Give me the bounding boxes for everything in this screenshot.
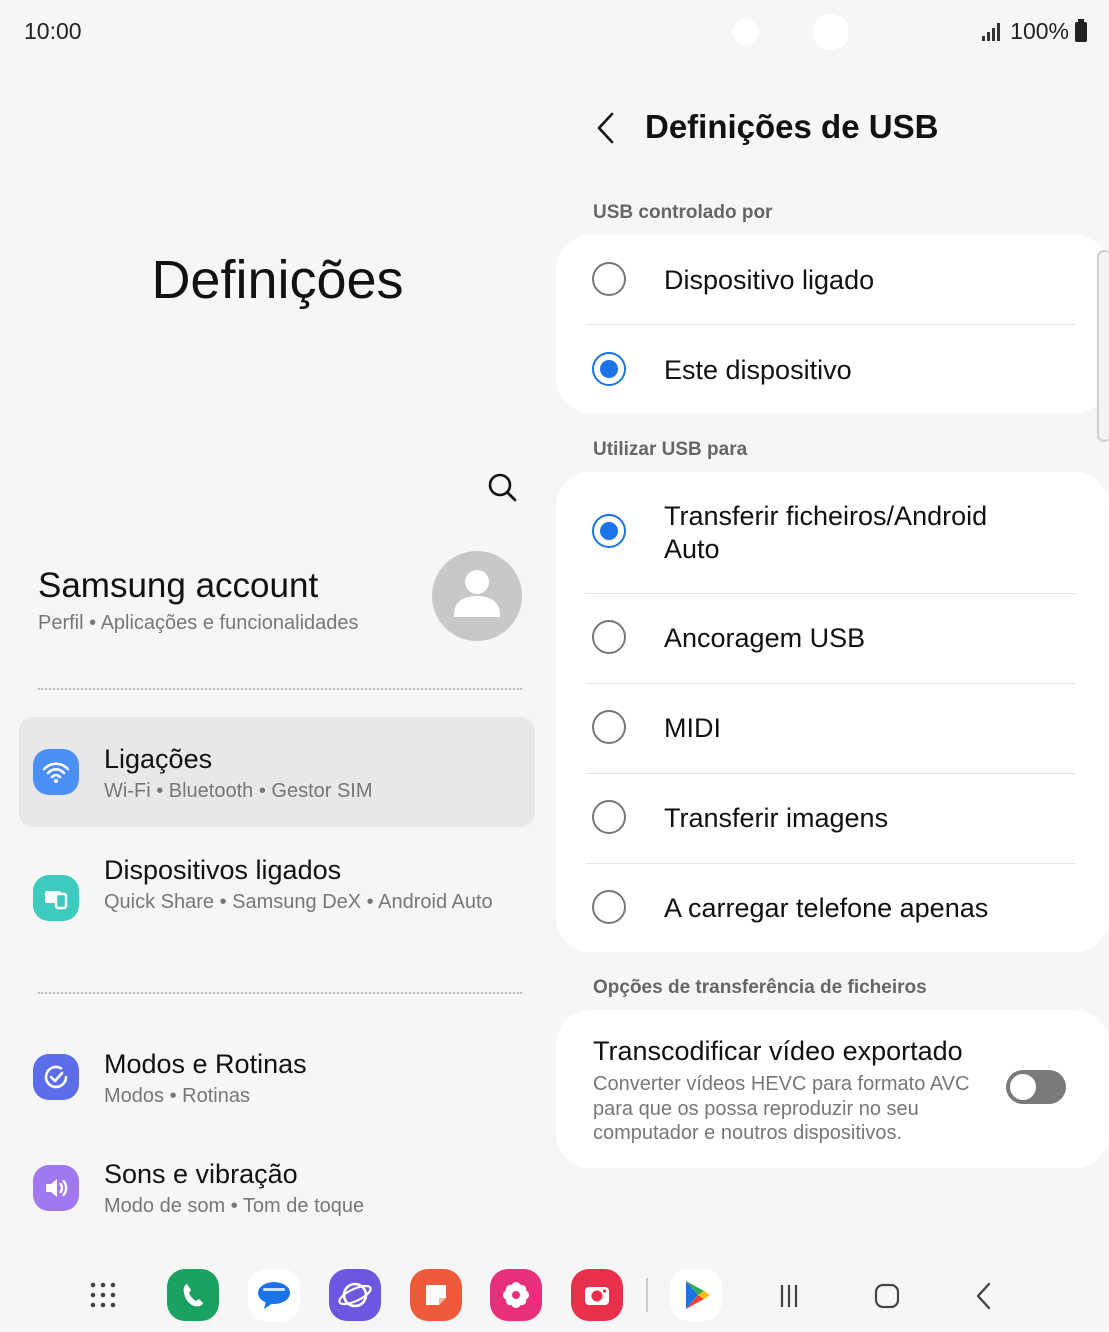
radio-option[interactable]: Este dispositivo [556, 325, 1109, 413]
option-label: Dispositivo ligado [664, 265, 875, 295]
search-icon [488, 473, 517, 502]
radio-button[interactable] [592, 710, 626, 744]
phone-app[interactable] [167, 1269, 219, 1321]
account-title: Samsung account [38, 566, 319, 605]
radio-button-selected[interactable] [592, 352, 626, 386]
recents-button[interactable] [769, 1276, 809, 1316]
menu-item-connections[interactable]: Ligações Wi-Fi • Bluetooth • Gestor SIM [19, 717, 535, 827]
menu-item-title: Dispositivos ligados [104, 855, 342, 885]
messages-app[interactable] [248, 1269, 300, 1321]
radio-button-selected[interactable] [592, 514, 626, 548]
notes-icon [426, 1285, 446, 1305]
camera-icon [585, 1287, 609, 1305]
page-title: Definições [151, 250, 404, 310]
nav-back-button[interactable] [965, 1276, 1005, 1316]
radio-button[interactable] [592, 800, 626, 834]
menu-item-subtitle: Quick Share • Samsung DeX • Android Auto [104, 891, 493, 913]
avatar[interactable] [432, 551, 522, 641]
radio-option[interactable]: Transferir imagens [556, 774, 1109, 863]
connected-devices-icon [33, 875, 79, 921]
play-store-icon [686, 1281, 710, 1309]
play-store-app[interactable] [670, 1269, 722, 1321]
scroll-indicator [1097, 250, 1109, 442]
home-icon [874, 1283, 900, 1309]
section-label: Utilizar USB para [593, 439, 748, 460]
toggle-knob [1008, 1072, 1038, 1102]
menu-item-connected-devices[interactable]: Dispositivos ligados Quick Share • Samsu… [19, 839, 535, 949]
camera-cutout [813, 14, 849, 50]
samsung-account[interactable]: Samsung account Perfil • Aplicações e fu… [38, 551, 528, 666]
divider [38, 992, 522, 994]
person-icon [454, 570, 500, 617]
messages-icon [258, 1282, 290, 1309]
usb-controlled-by-card: Dispositivo ligado Este dispositivo [556, 235, 1109, 413]
camera-app[interactable] [571, 1269, 623, 1321]
menu-item-sounds[interactable]: Sons e vibração Modo de som • Tom de toq… [19, 1132, 535, 1242]
section-label: USB controlado por [593, 202, 773, 223]
toggle-title: Transcodificar vídeo exportado [593, 1036, 963, 1066]
radio-option[interactable]: MIDI [556, 684, 1109, 773]
settings-list-pane: Definições Samsung account Perfil • Apli… [0, 64, 555, 1254]
apps-grid-button[interactable] [77, 1269, 129, 1321]
radio-button[interactable] [592, 262, 626, 296]
status-bar: 10:00 100% [0, 0, 1109, 64]
menu-item-title: Ligações [104, 744, 213, 774]
notes-app[interactable] [410, 1269, 462, 1321]
internet-icon [338, 1282, 372, 1308]
radio-button[interactable] [592, 620, 626, 654]
back-icon [597, 112, 614, 144]
battery-percent: 100% [1010, 18, 1069, 44]
option-label: MIDI [664, 713, 721, 743]
menu-item-modes-routines[interactable]: Modos e Rotinas Modos • Rotinas [19, 1022, 535, 1132]
gallery-icon [503, 1282, 529, 1308]
menu-item-subtitle: Modos • Rotinas [104, 1085, 250, 1107]
phone-icon [183, 1284, 203, 1307]
search-button[interactable] [482, 467, 522, 507]
radio-option[interactable]: Ancoragem USB [556, 594, 1109, 683]
gallery-app[interactable] [490, 1269, 542, 1321]
radio-option[interactable]: Transferir ficheiros/Android Auto [556, 472, 1109, 593]
recents-icon [780, 1285, 798, 1307]
internet-app[interactable] [329, 1269, 381, 1321]
status-indicators: 100% [982, 18, 1087, 45]
dock-separator [646, 1278, 648, 1312]
divider [38, 688, 522, 690]
toggle-description: Converter vídeos HEVC para formato AVC p… [593, 1073, 970, 1144]
menu-item-subtitle: Wi-Fi • Bluetooth • Gestor SIM [104, 780, 373, 802]
menu-item-subtitle: Modo de som • Tom de toque [104, 1195, 365, 1217]
option-label: Este dispositivo [664, 355, 852, 385]
menu-item-title: Modos e Rotinas [104, 1049, 307, 1079]
radio-button[interactable] [592, 890, 626, 924]
use-usb-for-card: Transferir ficheiros/Android Auto Ancora… [556, 472, 1109, 952]
file-transfer-options-card[interactable]: Transcodificar vídeo exportado Converter… [556, 1010, 1109, 1168]
option-label: A carregar telefone apenas [664, 893, 989, 923]
back-icon [976, 1282, 991, 1310]
option-label: Transferir ficheiros/Android Auto [664, 501, 988, 564]
battery-icon [1075, 18, 1087, 42]
taskbar [0, 1254, 1109, 1332]
back-button[interactable] [590, 108, 620, 148]
camera-cutout [733, 19, 759, 45]
option-label: Ancoragem USB [664, 623, 866, 653]
menu-item-title: Sons e vibração [104, 1159, 298, 1189]
home-button[interactable] [867, 1276, 907, 1316]
option-label: Transferir imagens [664, 803, 889, 833]
signal-icon [982, 22, 1001, 41]
transcode-toggle[interactable] [1006, 1070, 1066, 1104]
section-label: Opções de transferência de ficheiros [593, 977, 927, 998]
radio-option[interactable]: Dispositivo ligado [556, 235, 1109, 325]
page-title: Definições de USB [645, 108, 939, 145]
apps-grid-icon [90, 1282, 116, 1308]
account-subtitle: Perfil • Aplicações e funcionalidades [38, 612, 359, 634]
radio-option[interactable]: A carregar telefone apenas [556, 864, 1109, 952]
modes-routines-icon [33, 1054, 79, 1100]
wifi-icon [33, 749, 79, 795]
status-time: 10:00 [24, 18, 82, 44]
sound-icon [33, 1165, 79, 1211]
